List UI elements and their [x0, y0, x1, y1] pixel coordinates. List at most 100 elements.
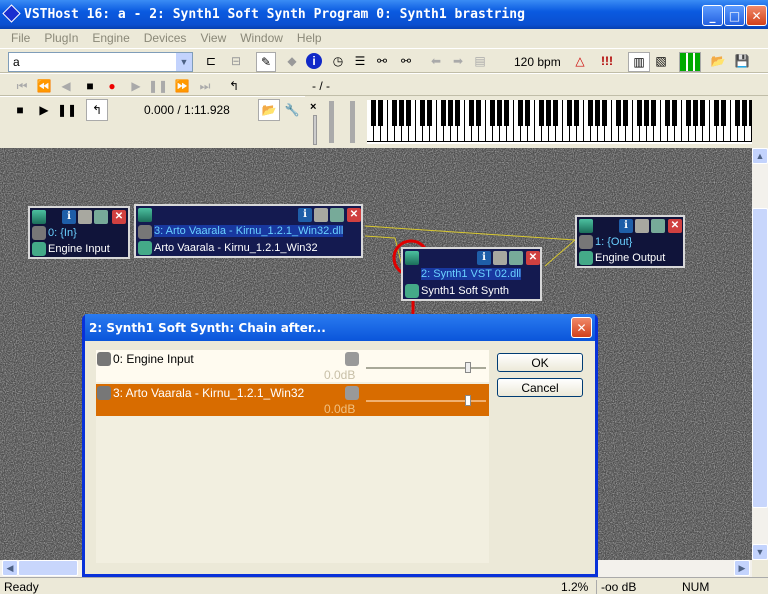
pause-icon[interactable]: ❚❚ [148, 78, 168, 94]
program-list-icon[interactable]: ☰ [352, 53, 368, 69]
pitch-wheel[interactable] [329, 101, 334, 143]
piano-black-key[interactable] [567, 100, 572, 126]
diamond-icon[interactable]: ◆ [284, 53, 300, 69]
rewind-icon[interactable]: ⏪ [36, 78, 52, 94]
editor-icon[interactable] [314, 208, 328, 222]
arrow-right-icon[interactable]: ➡ [450, 53, 466, 69]
fast-forward-icon[interactable]: ⏩ [174, 78, 190, 94]
piano-black-key[interactable] [518, 100, 523, 126]
editor-icon[interactable] [493, 251, 507, 265]
gain-slider-thumb[interactable] [465, 362, 471, 373]
menu-window[interactable]: Window [233, 29, 290, 48]
remove-icon[interactable]: ✕ [347, 208, 361, 222]
minimize-button[interactable]: _ [702, 5, 723, 26]
piano-black-key[interactable] [574, 100, 579, 126]
midi-in-icon[interactable] [579, 235, 593, 249]
chain-list-item-selected[interactable]: 3: Arto Vaarala - Kirnu_1.2.1_Win32 0.0d… [96, 384, 489, 416]
piano-keyboard[interactable] [367, 100, 752, 144]
performance-combo[interactable]: a ▼ [8, 52, 193, 72]
volume-knob-icon[interactable] [579, 251, 593, 265]
chain-list[interactable]: 0: Engine Input 0.0dB 3: Arto Vaarala - … [96, 350, 489, 563]
volume-knob-icon[interactable] [138, 241, 152, 255]
keyboard-icon[interactable]: ▥ [628, 52, 650, 72]
piano-black-key[interactable] [392, 100, 397, 126]
piano-black-key[interactable] [427, 100, 432, 126]
piano-black-key[interactable] [371, 100, 376, 126]
scroll-right-icon[interactable]: ▶ [734, 560, 750, 576]
open-folder-icon[interactable]: 📂 [710, 53, 726, 69]
player-stop-icon[interactable]: ■ [12, 102, 28, 118]
piano-black-key[interactable] [490, 100, 495, 126]
remove-icon[interactable]: ✕ [526, 251, 540, 265]
info-icon[interactable]: i [298, 208, 312, 222]
keyboard-close-icon[interactable]: × [310, 101, 316, 113]
piano-black-key[interactable] [399, 100, 404, 126]
skip-start-icon[interactable]: ⏮ [14, 78, 30, 94]
menu-file[interactable]: File [4, 29, 37, 48]
piano-black-key[interactable] [595, 100, 600, 126]
piano-black-key[interactable] [644, 100, 649, 126]
piano-black-key[interactable] [441, 100, 446, 126]
piano-black-key[interactable] [623, 100, 628, 126]
menu-devices[interactable]: Devices [137, 29, 194, 48]
piano-black-key[interactable] [497, 100, 502, 126]
maximize-button[interactable]: □ [724, 5, 745, 26]
piano-black-key[interactable] [686, 100, 691, 126]
scroll-thumb[interactable] [18, 560, 78, 576]
piano-black-key[interactable] [420, 100, 425, 126]
plugin-node-synth1[interactable]: i ✕ 2: Synth1 VST 02.dll Synth1 Soft Syn… [401, 247, 542, 301]
midi-in-icon[interactable] [138, 225, 152, 239]
piano-black-key[interactable] [616, 100, 621, 126]
piano-black-key[interactable] [469, 100, 474, 126]
chain-after-icon[interactable] [32, 210, 46, 224]
record-icon[interactable]: ● [104, 78, 120, 94]
program-icon[interactable] [651, 219, 665, 233]
velocity-slider[interactable] [313, 115, 317, 145]
player-pause-icon[interactable]: ❚❚ [57, 102, 77, 118]
piano-black-key[interactable] [721, 100, 726, 126]
piano-black-key[interactable] [539, 100, 544, 126]
piano-black-key[interactable] [742, 100, 747, 126]
mod-wheel[interactable] [350, 101, 355, 143]
program-icon[interactable] [330, 208, 344, 222]
gain-slider-thumb[interactable] [465, 395, 471, 406]
player-open-icon[interactable]: 📂 [258, 99, 280, 121]
info-icon[interactable]: i [619, 219, 633, 233]
piano-black-key[interactable] [378, 100, 383, 126]
program-icon[interactable] [94, 210, 108, 224]
piano-black-key[interactable] [749, 100, 752, 126]
play-icon[interactable]: ▶ [128, 78, 144, 94]
window-list-icon[interactable]: ▤ [472, 53, 488, 69]
piano-black-key[interactable] [735, 100, 740, 126]
info-icon[interactable]: i [477, 251, 491, 265]
ok-button[interactable]: OK [497, 353, 583, 372]
piano-black-key[interactable] [714, 100, 719, 126]
level-meter-icon[interactable] [679, 52, 701, 72]
menu-plugin[interactable]: PlugIn [37, 29, 85, 48]
chain-icon[interactable]: ⊏ [203, 53, 219, 69]
piano-black-key[interactable] [476, 100, 481, 126]
remove-icon[interactable]: ✕ [112, 210, 126, 224]
piano-black-key[interactable] [672, 100, 677, 126]
piano-black-key[interactable] [651, 100, 656, 126]
metronome-icon[interactable]: △ [572, 53, 588, 69]
piano-black-key[interactable] [406, 100, 411, 126]
player-play-icon[interactable]: ▶ [36, 102, 52, 118]
info-icon[interactable]: i [306, 53, 322, 69]
chain-after-icon[interactable] [579, 219, 593, 233]
clock-icon[interactable]: ◷ [330, 53, 346, 69]
bpm-display[interactable]: 120 bpm [514, 55, 561, 69]
scroll-up-icon[interactable]: ▲ [752, 148, 768, 164]
gain-knob-icon[interactable] [345, 352, 359, 366]
stop-icon[interactable]: ■ [82, 78, 98, 94]
save-icon[interactable]: 💾 [734, 53, 750, 69]
plugin-node-kirnu[interactable]: i ✕ 3: Arto Vaarala - Kirnu_1.2.1_Win32.… [134, 204, 363, 258]
audio-connect-icon[interactable]: ⚯ [398, 53, 414, 69]
editor-icon[interactable] [635, 219, 649, 233]
chevron-down-icon[interactable]: ▼ [176, 53, 192, 71]
alert-icon[interactable]: !!! [601, 54, 613, 68]
piano-black-key[interactable] [693, 100, 698, 126]
skip-end-icon[interactable]: ⏭ [197, 78, 213, 94]
piano-black-key[interactable] [448, 100, 453, 126]
piano-black-key[interactable] [602, 100, 607, 126]
